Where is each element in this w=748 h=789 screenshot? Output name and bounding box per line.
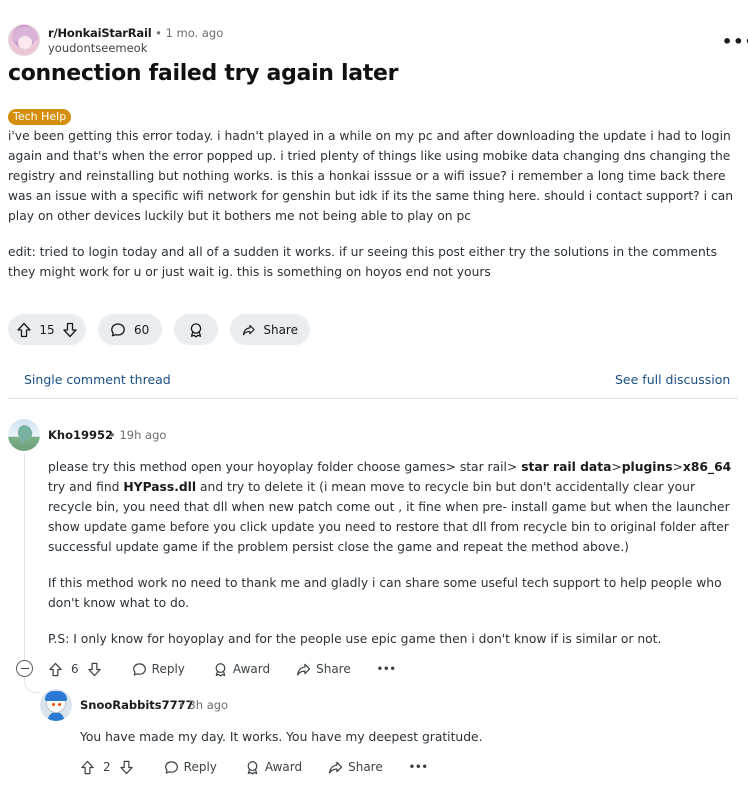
post-flair[interactable]: Tech Help (8, 109, 72, 125)
comment-icon (164, 760, 178, 774)
share-button[interactable]: Share (328, 760, 383, 775)
subreddit-avatar[interactable] (8, 24, 40, 56)
upvote-icon[interactable] (16, 322, 32, 338)
reply-label: Reply (183, 760, 217, 774)
share-label: Share (348, 760, 383, 774)
share-button[interactable]: Share (296, 662, 351, 677)
reply-actions: 2 Reply Award Share ••• (80, 757, 428, 777)
vote-count: 2 (103, 760, 111, 774)
award-icon (190, 322, 202, 337)
see-full-discussion-link[interactable]: See full discussion (615, 372, 730, 387)
commenter-avatar[interactable] (8, 419, 40, 451)
upvote-icon[interactable] (80, 760, 95, 775)
comment-body-paragraph: If this method work no need to thank me … (48, 576, 722, 610)
share-icon (297, 663, 311, 676)
comment-count: 60 (134, 322, 150, 337)
more-options-icon[interactable]: ••• (409, 762, 428, 773)
reply-author[interactable]: SnooRabbits7777 (80, 698, 194, 712)
comment-body-paragraph: P.S: I only know for hoyoplay and for th… (48, 632, 662, 646)
share-label: Share (263, 322, 298, 337)
award-icon (247, 760, 258, 774)
post-body-paragraph: edit: tried to login today and all of a … (8, 245, 717, 279)
comments-button[interactable]: 60 (98, 314, 162, 345)
collapse-thread-button[interactable] (16, 660, 33, 677)
downvote-icon[interactable] (62, 322, 78, 338)
vote-count: 15 (39, 322, 55, 337)
upvote-icon[interactable] (48, 662, 63, 677)
comment-icon (111, 322, 125, 336)
more-options-icon[interactable]: ••• (722, 32, 748, 51)
comment-icon (132, 662, 146, 676)
reply-label: Reply (151, 662, 185, 676)
reply-age: • 3h ago (178, 698, 229, 712)
reply-button[interactable]: Reply (132, 662, 185, 677)
post-age: 1 mo. ago (165, 26, 224, 40)
subreddit-link[interactable]: r/HonkaiStarRail (48, 26, 152, 40)
post-author[interactable]: youdontseemeok (48, 41, 147, 55)
share-icon (242, 324, 255, 335)
share-icon (329, 761, 343, 774)
divider (8, 398, 738, 399)
award-button[interactable]: Award (245, 760, 302, 775)
single-comment-thread-label: Single comment thread (24, 372, 171, 387)
thread-line[interactable] (24, 454, 25, 674)
comment-body-paragraph: please try this method open your hoyopla… (48, 460, 732, 554)
reply-button[interactable]: Reply (164, 760, 217, 775)
downvote-icon[interactable] (87, 662, 102, 677)
award-icon (215, 662, 226, 676)
vote-count: 6 (71, 662, 79, 676)
downvote-icon[interactable] (119, 760, 134, 775)
post-title: connection failed try again later (8, 61, 399, 86)
comment-author[interactable]: Kho19952 (48, 428, 113, 442)
reply-avatar[interactable] (40, 689, 72, 721)
comment-actions: 6 Reply Award Share ••• (48, 659, 396, 679)
more-options-icon[interactable]: ••• (377, 664, 396, 675)
vote-bar: 15 (8, 314, 86, 345)
award-button[interactable] (174, 314, 218, 345)
minus-icon (20, 667, 29, 670)
award-label: Award (264, 760, 303, 774)
award-label: Award (232, 662, 271, 676)
comment-age: • 19h ago (109, 428, 167, 442)
thread-connector (24, 675, 40, 693)
post-body-paragraph: i've been getting this error today. i ha… (8, 129, 734, 223)
post-meta: r/HonkaiStarRail • 1 mo. ago (48, 26, 223, 40)
share-button[interactable]: Share (230, 314, 310, 345)
award-button[interactable]: Award (213, 662, 270, 677)
meta-separator: • (155, 26, 162, 40)
share-label: Share (316, 662, 351, 676)
reply-body: You have made my day. It works. You have… (80, 730, 483, 744)
